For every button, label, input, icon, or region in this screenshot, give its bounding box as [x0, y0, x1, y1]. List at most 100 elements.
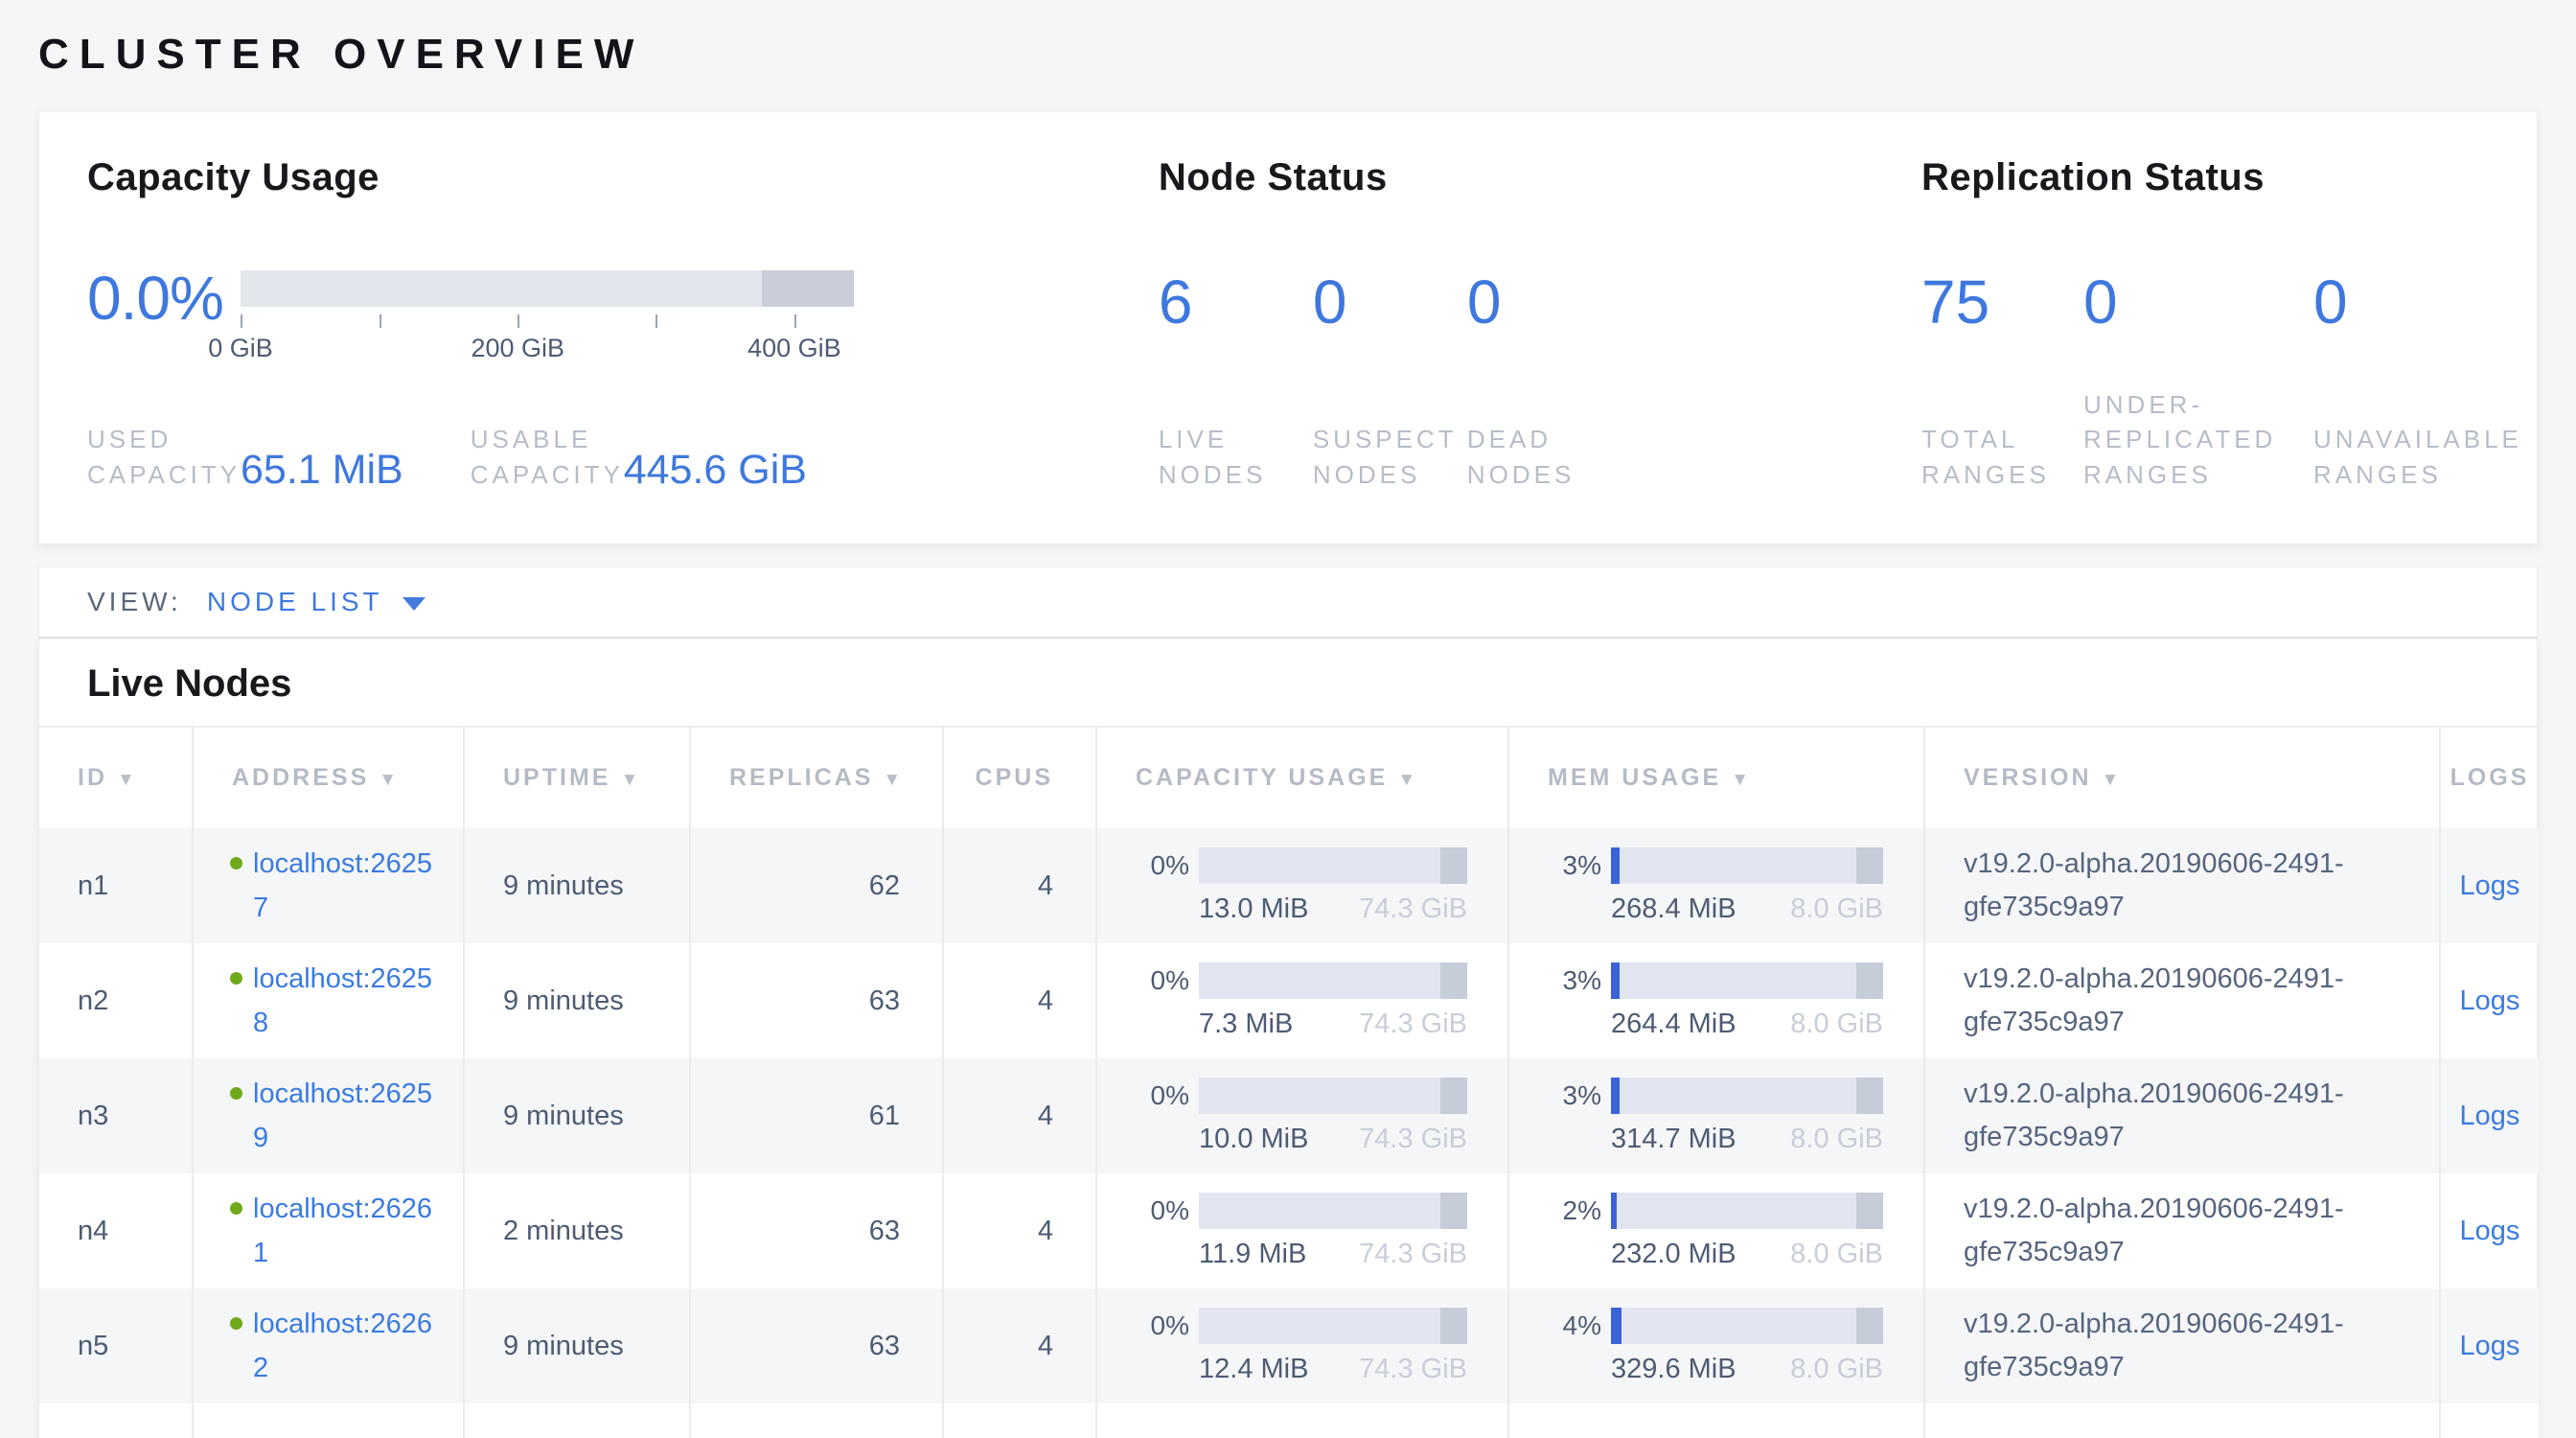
capacity-bar-dark-segment [1440, 1308, 1467, 1344]
uptime-cell: 9 minutes [464, 943, 690, 1058]
capacity-usage-section: Capacity Usage 0.0% [87, 156, 1159, 492]
cpus-cell: 4 [943, 943, 1096, 1058]
live-nodes-label: LIVE NODES [1159, 422, 1313, 492]
capacity-bar-dark-segment [1440, 963, 1467, 999]
column-header-address[interactable]: ADDRESS▼ [193, 727, 464, 828]
node-address-cell: localhost:26262 [193, 1288, 464, 1403]
live-status-dot-icon [230, 1317, 242, 1330]
suspect-nodes-value: 0 [1313, 267, 1467, 337]
capacity-bar-dark-segment [1440, 1078, 1467, 1114]
node-list-dropdown[interactable]: NODE LIST [207, 587, 426, 617]
mem-bar-dark-segment [1856, 847, 1883, 884]
mem-bar-fill [1611, 963, 1620, 999]
axis-label-400: 400 GiB [748, 334, 841, 363]
mem-bar-fill [1611, 847, 1620, 884]
node-address-cell: localhost:26261 [193, 1173, 464, 1288]
capacity-usage-cell: 0% 13.0 MiB 74.3 GiB [1096, 828, 1508, 943]
capacity-total-value: 74.3 GiB [1359, 1124, 1467, 1155]
capacity-bar-dark-segment [1440, 1193, 1467, 1229]
chevron-down-icon [402, 597, 426, 611]
node-address-link[interactable]: localhost:26259 [253, 1072, 441, 1161]
capacity-usage-title: Capacity Usage [87, 156, 1159, 199]
logs-link[interactable]: Logs [2460, 1101, 2520, 1131]
mem-usage-bar [1611, 847, 1883, 884]
sort-desc-icon: ▼ [883, 770, 904, 790]
suspect-nodes-label: SUSPECT NODES [1313, 422, 1467, 492]
uptime-cell: 9 minutes [464, 1058, 690, 1173]
column-header-cpus[interactable]: CPUS [943, 727, 1096, 828]
logs-cell: Logs [2440, 943, 2539, 1058]
mem-usage-cell: 4% 329.6 MiB 8.0 GiB [1508, 1288, 1924, 1403]
mem-percent-label: 3% [1544, 965, 1611, 996]
unavailable-ranges-label: UNAVAILABLE RANGES [2313, 422, 2489, 492]
logs-link[interactable]: Logs [2460, 986, 2520, 1016]
replication-status-section: Replication Status 75 TOTAL RANGES 0 UND… [1921, 156, 2489, 492]
capacity-meter-dark-segment [762, 270, 854, 307]
column-header-logs: LOGS [2440, 727, 2539, 828]
sort-desc-icon: ▼ [1397, 770, 1418, 790]
mem-percent-label: 4% [1544, 1310, 1611, 1341]
capacity-meter-bar [241, 270, 854, 307]
total-ranges-label: TOTAL RANGES [1921, 422, 2083, 492]
under-replicated-ranges-label: UNDER- REPLICATED RANGES [2083, 387, 2313, 492]
version-cell: v19.2.0-alpha.20190606-2491-gfe735c9a97 [1924, 828, 2440, 943]
replicas-cell: 63 [690, 1173, 943, 1288]
column-header-version[interactable]: VERSION▼ [1924, 727, 2440, 828]
mem-usage-bar [1611, 963, 1883, 999]
capacity-percent: 0.0% [87, 263, 241, 334]
axis-label-0: 0 GiB [208, 334, 273, 363]
capacity-used-value: 11.9 MiB [1199, 1239, 1306, 1270]
mem-bar-dark-segment [1856, 1193, 1883, 1229]
replicas-cell: 63 [690, 1288, 943, 1403]
column-header-id[interactable]: ID▼ [39, 727, 193, 828]
cpus-cell: 4 [943, 1288, 1096, 1403]
dead-nodes-metric: 0 DEAD NODES [1467, 267, 1622, 492]
dead-nodes-label: DEAD NODES [1467, 422, 1622, 492]
logs-cell: Logs [2440, 1288, 2539, 1403]
node-address-cell: localhost:26259 [193, 1058, 464, 1173]
capacity-percent-label: 0% [1132, 850, 1199, 881]
cluster-overview-page: CLUSTER OVERVIEW Capacity Usage 0.0% [0, 0, 2576, 1438]
column-header-mem-usage[interactable]: MEM USAGE▼ [1508, 727, 1924, 828]
used-capacity-label: USED CAPACITY [87, 422, 241, 492]
node-address-link[interactable]: localhost:26258 [253, 957, 441, 1046]
table-row: n1 localhost:26257 9 minutes 62 4 0% 13.… [39, 828, 2539, 943]
suspect-nodes-metric: 0 SUSPECT NODES [1313, 267, 1467, 492]
node-address-link[interactable]: localhost:26257 [253, 842, 441, 931]
mem-usage-cell: 3% 264.4 MiB 8.0 GiB [1508, 943, 1924, 1058]
live-status-dot-icon [230, 972, 242, 985]
mem-total-value: 8.0 GiB [1790, 1009, 1883, 1040]
logs-link[interactable]: Logs [2460, 870, 2520, 901]
uptime-cell: 9 minutes [464, 1288, 690, 1403]
mem-percent-label: 3% [1544, 850, 1611, 881]
capacity-percent-label: 0% [1132, 1310, 1199, 1341]
replicas-cell: 62 [690, 828, 943, 943]
node-address-link[interactable]: localhost:26261 [253, 1187, 441, 1276]
cpus-cell: 4 [943, 828, 1096, 943]
uptime-cell: 9 minutes [464, 828, 690, 943]
sort-desc-icon: ▼ [117, 770, 138, 790]
column-header-capacity-usage[interactable]: CAPACITY USAGE▼ [1096, 727, 1508, 828]
node-status-section: Node Status 6 LIVE NODES 0 SUSPECT NODES… [1159, 156, 1921, 492]
logs-link[interactable]: Logs [2460, 1216, 2520, 1246]
mem-usage-cell: 2% 232.0 MiB 8.0 GiB [1508, 1173, 1924, 1288]
column-header-uptime[interactable]: UPTIME▼ [464, 727, 690, 828]
mem-bar-dark-segment [1856, 1078, 1883, 1114]
node-address-link[interactable]: localhost:26262 [253, 1302, 441, 1391]
column-header-replicas[interactable]: REPLICAS▼ [690, 727, 943, 828]
capacity-total-value: 74.3 GiB [1359, 1354, 1467, 1385]
sort-desc-icon: ▼ [1731, 770, 1752, 790]
cpus-cell: 4 [943, 1058, 1096, 1173]
usable-capacity-value: 445.6 GiB [624, 450, 807, 492]
version-cell: v19.2.0-alpha.20190606-2491-gfe735c9a97 [1924, 1058, 2440, 1173]
node-id-cell: n2 [39, 943, 193, 1058]
node-id-cell: n4 [39, 1173, 193, 1288]
node-id-cell: n3 [39, 1058, 193, 1173]
mem-bar-dark-segment [1856, 963, 1883, 999]
logs-link[interactable]: Logs [2460, 1331, 2520, 1361]
mem-usage-cell: 3% 268.4 MiB 8.0 GiB [1508, 828, 1924, 943]
mem-total-value: 8.0 GiB [1790, 1354, 1883, 1385]
node-id-cell: n1 [39, 828, 193, 943]
table-row: n5 localhost:26262 9 minutes 63 4 0% 12.… [39, 1288, 2539, 1403]
mem-bar-fill [1611, 1078, 1620, 1114]
